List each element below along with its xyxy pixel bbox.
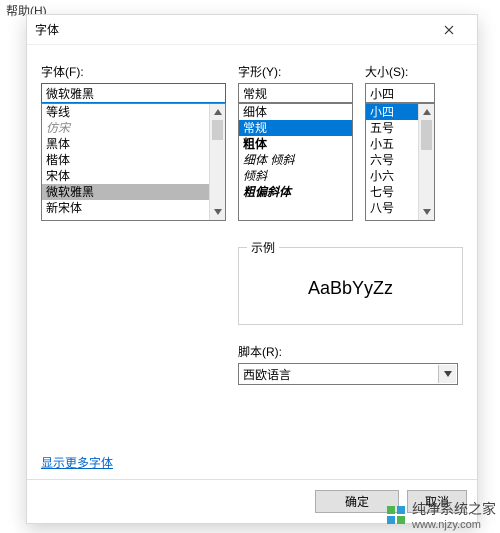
list-item[interactable]: 新宋体 <box>42 200 209 216</box>
style-label: 字形(Y): <box>238 63 353 80</box>
list-item[interactable]: 黑体 <box>42 136 209 152</box>
more-fonts-link[interactable]: 显示更多字体 <box>41 454 113 471</box>
list-item[interactable]: 小六 <box>366 168 418 184</box>
list-item[interactable]: 等线 <box>42 104 209 120</box>
cancel-button[interactable]: 取消 <box>407 490 467 513</box>
scroll-thumb[interactable] <box>421 120 432 150</box>
sample-legend: 示例 <box>247 239 279 256</box>
list-item[interactable]: 倾斜 <box>239 168 352 184</box>
scroll-down-button[interactable] <box>419 204 434 220</box>
list-item[interactable]: 楷体 <box>42 152 209 168</box>
chevron-down-icon <box>214 209 222 215</box>
font-dialog: 字体 字体(F): 等线仿宋黑体楷体宋体微软雅黑新宋体 <box>26 14 478 524</box>
chevron-down-icon <box>423 209 431 215</box>
list-item[interactable]: 细体 <box>239 104 352 120</box>
script-select[interactable]: 西欧语言 <box>238 363 458 385</box>
sample-group: 示例 AaBbYyZz <box>238 247 463 325</box>
font-listbox[interactable]: 等线仿宋黑体楷体宋体微软雅黑新宋体 <box>41 103 226 221</box>
sample-text: AaBbYyZz <box>253 264 448 312</box>
titlebar: 字体 <box>27 15 477 45</box>
scroll-up-button[interactable] <box>419 104 434 120</box>
list-item[interactable]: 八号 <box>366 200 418 216</box>
list-item[interactable]: 七号 <box>366 184 418 200</box>
chevron-up-icon <box>423 109 431 115</box>
chevron-down-icon <box>444 371 452 377</box>
close-button[interactable] <box>429 16 469 44</box>
list-item[interactable]: 小五 <box>366 136 418 152</box>
list-item[interactable]: 宋体 <box>42 168 209 184</box>
list-item[interactable]: 小四 <box>366 104 418 120</box>
list-item[interactable]: 常规 <box>239 120 352 136</box>
select-caret[interactable] <box>438 365 456 383</box>
size-listbox[interactable]: 小四五号小五六号小六七号八号 <box>365 103 435 221</box>
script-label: 脚本(R): <box>238 343 463 360</box>
style-listbox[interactable]: 细体常规粗体细体 倾斜倾斜粗偏斜体 <box>238 103 353 221</box>
list-item[interactable]: 粗偏斜体 <box>239 184 352 200</box>
size-label: 大小(S): <box>365 63 435 80</box>
font-label: 字体(F): <box>41 63 226 80</box>
list-item[interactable]: 粗体 <box>239 136 352 152</box>
size-input[interactable] <box>365 83 435 103</box>
style-input[interactable] <box>238 83 353 103</box>
size-scrollbar[interactable] <box>418 104 434 220</box>
font-input[interactable] <box>41 83 226 103</box>
list-item[interactable]: 六号 <box>366 152 418 168</box>
close-icon <box>444 25 454 35</box>
scroll-down-button[interactable] <box>210 204 225 220</box>
scroll-up-button[interactable] <box>210 104 225 120</box>
list-item[interactable]: 仿宋 <box>42 120 209 136</box>
list-item[interactable]: 细体 倾斜 <box>239 152 352 168</box>
list-item[interactable]: 五号 <box>366 120 418 136</box>
font-scrollbar[interactable] <box>209 104 225 220</box>
scroll-thumb[interactable] <box>212 120 223 140</box>
dialog-title: 字体 <box>35 21 59 38</box>
script-value: 西欧语言 <box>243 366 291 383</box>
ok-button[interactable]: 确定 <box>315 490 399 513</box>
list-item[interactable]: 微软雅黑 <box>42 184 209 200</box>
chevron-up-icon <box>214 109 222 115</box>
dialog-footer: 确定 取消 <box>27 479 477 523</box>
